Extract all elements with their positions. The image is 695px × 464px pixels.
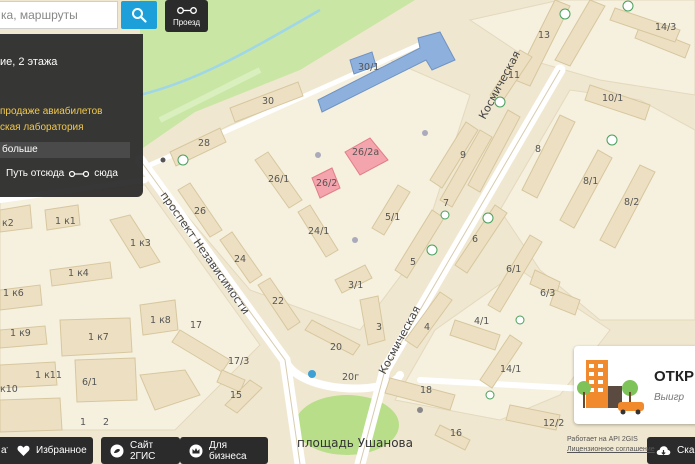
site-2gis-button[interactable]: Сайт 2ГИС (101, 437, 180, 464)
svg-text:1 к9: 1 к9 (10, 328, 31, 339)
category-link[interactable]: продаже авиабилетов (0, 106, 103, 117)
svg-text:16: 16 (450, 428, 462, 439)
search-button[interactable] (121, 1, 157, 29)
cloud-download-icon (656, 443, 671, 458)
svg-text:1 к3: 1 к3 (130, 238, 151, 249)
route-button[interactable]: Проезд (165, 0, 208, 32)
svg-text:8: 8 (535, 144, 541, 155)
search-input[interactable] (0, 2, 119, 28)
svg-text:к10: к10 (0, 384, 18, 395)
2gis-logo-icon (110, 443, 124, 458)
svg-text:5/1: 5/1 (385, 212, 400, 223)
svg-text:1 к11: 1 к11 (35, 370, 62, 381)
svg-text:13: 13 (538, 30, 550, 41)
heart-icon (17, 443, 30, 458)
svg-text:1 к8: 1 к8 (150, 315, 171, 326)
more-button[interactable]: больше (0, 142, 130, 158)
svg-text:14/3: 14/3 (655, 22, 676, 33)
svg-text:1 к6: 1 к6 (3, 288, 24, 299)
svg-text:4/1: 4/1 (474, 316, 489, 327)
svg-text:15: 15 (230, 390, 242, 401)
svg-text:12/2: 12/2 (543, 418, 564, 429)
route-icon (69, 170, 90, 177)
ad-title: ОТКР (654, 368, 694, 385)
search-icon (132, 8, 147, 23)
for-business-button[interactable]: Для бизнеса (180, 437, 268, 464)
download-label: Ска (677, 445, 695, 456)
svg-text:1 к7: 1 к7 (88, 332, 109, 343)
svg-text:6/1: 6/1 (82, 377, 97, 388)
svg-text:2: 2 (103, 417, 109, 428)
route-to-link[interactable]: сюда (94, 168, 118, 179)
svg-text:1 к1: 1 к1 (55, 216, 76, 227)
svg-text:18: 18 (420, 385, 432, 396)
api-credit: Работает на API 2GIS (567, 436, 638, 443)
site-2gis-label: Сайт 2ГИС (130, 439, 156, 462)
svg-text:24/1: 24/1 (308, 226, 329, 237)
svg-text:26: 26 (194, 206, 206, 217)
square-label: площадь Ушанова (297, 436, 413, 450)
svg-text:3/1: 3/1 (348, 280, 363, 291)
crown-icon (189, 443, 203, 458)
svg-text:8/1: 8/1 (583, 176, 598, 187)
svg-text:3: 3 (376, 322, 382, 333)
ad-building-illustration (577, 360, 644, 415)
svg-text:20г: 20г (342, 372, 359, 383)
for-business-label: Для бизнеса (209, 439, 247, 462)
svg-text:10/1: 10/1 (602, 93, 623, 104)
svg-text:24: 24 (234, 254, 246, 265)
search-box[interactable] (0, 1, 119, 29)
svg-text:5: 5 (410, 257, 416, 268)
svg-text:6/3: 6/3 (540, 288, 555, 299)
svg-text:26/2: 26/2 (316, 178, 337, 189)
svg-text:1 к4: 1 к4 (68, 268, 89, 279)
license-link[interactable]: Лицензионное соглашение (567, 446, 655, 453)
svg-text:6/1: 6/1 (506, 264, 521, 275)
svg-text:6: 6 (472, 234, 478, 245)
svg-text:17/3: 17/3 (228, 356, 249, 367)
route-actions: Путь отсюда сюда (6, 168, 118, 179)
ad-banner[interactable]: ОТКР Выигр (574, 346, 695, 424)
svg-text:20: 20 (330, 342, 342, 353)
svg-text:7: 7 (443, 198, 449, 209)
svg-text:17: 17 (190, 320, 202, 331)
svg-text:9: 9 (460, 150, 466, 161)
svg-text:28: 28 (198, 138, 210, 149)
favorites-label: Избранное (36, 445, 87, 456)
more-label: больше (2, 144, 38, 155)
ad-subtitle: Выигр (654, 392, 685, 403)
svg-text:26/2а: 26/2а (352, 147, 379, 158)
favorites-button[interactable]: Избранное (8, 437, 93, 464)
svg-text:к2: к2 (2, 218, 14, 229)
category-link[interactable]: ская лаборатория (0, 122, 84, 133)
route-from-link[interactable]: Путь отсюда (6, 168, 64, 179)
svg-text:1: 1 (80, 417, 86, 428)
place-info-panel: ие, 2 этажа продаже авиабилетов ская лаб… (0, 34, 143, 197)
svg-text:30/1: 30/1 (358, 62, 379, 73)
svg-text:22: 22 (272, 296, 284, 307)
route-button-label: Проезд (172, 17, 201, 27)
svg-text:26/1: 26/1 (268, 174, 289, 185)
svg-text:14/1: 14/1 (500, 364, 521, 375)
route-icon (176, 6, 197, 14)
svg-text:4: 4 (424, 322, 430, 333)
svg-text:30: 30 (262, 96, 274, 107)
place-title: ие, 2 этажа (0, 56, 58, 68)
svg-text:8/2: 8/2 (624, 197, 639, 208)
